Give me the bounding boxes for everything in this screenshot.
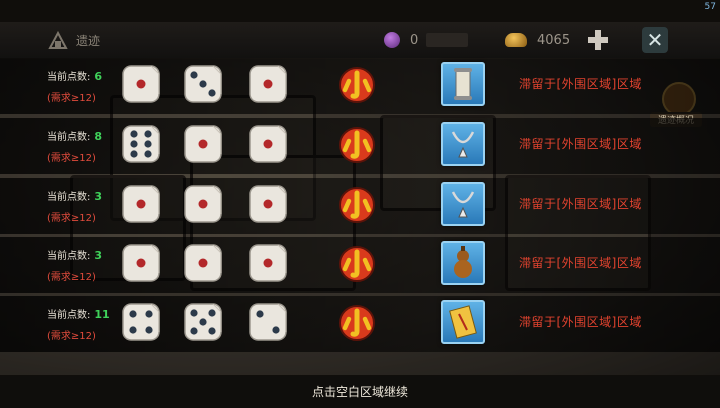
die-face-1-icon [248,64,288,104]
die-face-1-icon [183,184,223,224]
stranded-status: 滞留于[外围区域]区域 [519,137,642,151]
current-points-label: 当前点数: 11 [47,308,110,321]
die-face-5-icon [183,302,223,342]
talisman-icon[interactable] [441,300,485,344]
small-seal-icon [338,186,376,224]
coin-count: 4065 [537,32,571,48]
dice-row: 当前点数: 8 (需求≥12) 滞留于[外围区域]区域 [0,118,720,174]
stranded-status: 滞留于[外围区域]区域 [519,315,642,329]
current-points-label: 当前点数: 3 [47,249,103,262]
small-seal-icon [338,304,376,342]
die-face-1-icon [121,243,161,283]
current-points-value: 8 [94,130,103,143]
gem-icon [384,32,400,48]
ruins-icon [48,30,68,49]
dice-row: 当前点数: 3 (需求≥12) 滞留于[外围区域]区域 [0,237,720,293]
footer-bar[interactable]: 点击空白区域继续 [0,376,720,408]
die-face-1-icon [183,243,223,283]
current-points-label: 当前点数: 3 [47,190,103,203]
scroll-icon[interactable] [441,62,485,106]
stranded-status: 滞留于[外围区域]区域 [519,256,642,270]
current-points-value: 3 [94,249,103,262]
points-requirement: (需求≥12) [47,272,96,283]
dice-row: 当前点数: 3 (需求≥12) 滞留于[外围区域]区域 [0,178,720,234]
dice-row: 当前点数: 6 (需求≥12) 滞留于[外围区域]区域 [0,58,720,114]
gem-count: 0 [410,32,419,48]
dice-row: 当前点数: 11 (需求≥12) 滞留于[外围区域]区域 [0,296,720,352]
current-points-value: 6 [94,70,103,83]
stranded-status: 滞留于[外围区域]区域 [519,197,642,211]
current-points-value: 11 [94,308,110,321]
die-face-1-icon [121,184,161,224]
coin-counter: 4065 [505,30,570,50]
current-points-label: 当前点数: 6 [47,70,103,83]
close-button[interactable]: ✕ [642,27,668,53]
die-face-6-icon [121,124,161,164]
small-seal-icon [338,126,376,164]
stranded-status: 滞留于[外围区域]区域 [519,77,642,91]
close-icon: ✕ [646,28,664,52]
small-seal-icon [338,66,376,104]
die-face-4-icon [121,302,161,342]
page-title: 遗迹 [76,34,101,48]
die-face-1-icon [248,243,288,283]
current-points-value: 3 [94,190,103,203]
die-face-1-icon [121,64,161,104]
points-requirement: (需求≥12) [47,331,96,342]
points-requirement: (需求≥12) [47,153,96,164]
continue-hint: 点击空白区域继续 [311,385,408,399]
necklace-icon[interactable] [441,122,485,166]
gem-counter: 0 [384,30,469,50]
small-seal-icon [338,245,376,283]
top-bar: 遗迹 0 4065 ✕ [0,22,720,59]
gold-ingot-icon [505,33,527,47]
die-face-2-icon [248,302,288,342]
die-face-3-icon [183,64,223,104]
add-coin-button[interactable] [588,30,608,50]
points-requirement: (需求≥12) [47,213,96,224]
points-requirement: (需求≥12) [47,93,96,104]
current-points-label: 当前点数: 8 [47,130,103,143]
gourd-icon[interactable] [441,241,485,285]
die-face-1-icon [183,124,223,164]
die-face-1-icon [248,124,288,164]
fps-counter: 57 [704,2,716,12]
die-face-1-icon [248,184,288,224]
necklace-icon[interactable] [441,182,485,226]
